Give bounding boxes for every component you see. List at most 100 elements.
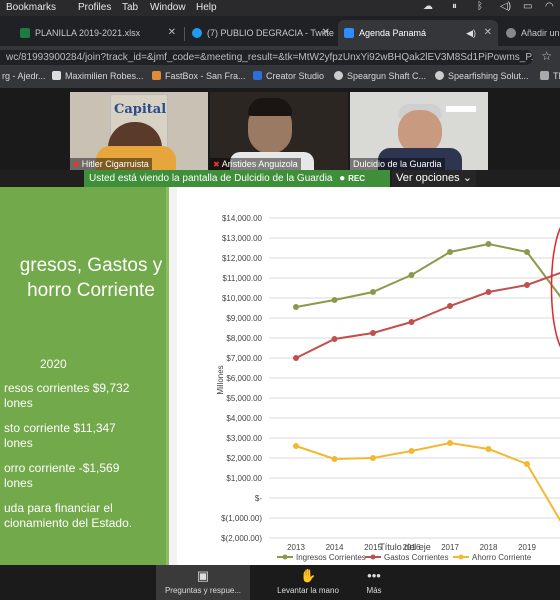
participant-name-bar: ✖ Aristides Anguizola — [210, 158, 301, 170]
data-point — [293, 443, 299, 449]
data-point — [331, 297, 338, 303]
creator-studio-icon — [253, 71, 262, 81]
x-axis-title: Título del eje — [379, 542, 431, 552]
menu-tab[interactable]: Tab — [122, 2, 138, 13]
data-point — [331, 456, 338, 462]
tab-agenda[interactable]: Agenda Panamá ◀) ✕ — [338, 20, 498, 46]
url-field[interactable]: wc/81993900284/join?track_id=&jmf_code=&… — [0, 50, 533, 65]
x-tick-label: 2017 — [441, 543, 459, 552]
data-point — [485, 289, 492, 295]
excel-icon — [20, 27, 30, 38]
star-icon[interactable]: ☆ — [541, 49, 552, 63]
bookmark-item[interactable]: TE — [540, 71, 560, 82]
legend-marker — [282, 554, 288, 560]
y-tick-label: $6,000.00 — [226, 374, 262, 383]
meeting-toolbar: ▣ Preguntas y respue... ✋ Levantar la ma… — [0, 565, 560, 600]
x-tick-label: 2018 — [480, 543, 498, 552]
video-gallery: Capital ✖ Hitler Cigarruista ✖ Aristides A… — [0, 88, 560, 170]
bookmark-item[interactable]: Speargun Shaft C... — [334, 71, 426, 82]
battery-icon[interactable]: ▭ — [523, 1, 532, 12]
screen-share-banner: Usted está viendo la pantalla de Dulcidi… — [84, 170, 390, 187]
tab-anadir[interactable]: Añadir un — [500, 20, 560, 46]
data-point — [370, 330, 376, 336]
wifi-icon[interactable]: ◠ — [545, 1, 554, 12]
tab-planilla[interactable]: PLANILLA 2019-2021.xlsx ✕ — [14, 20, 182, 46]
video-tile[interactable]: ✖ Aristides Anguizola — [210, 92, 348, 170]
bookmark-item[interactable]: FastBox - San Fra... — [152, 71, 246, 82]
data-point — [293, 304, 299, 310]
bookmark-item[interactable]: Spearfishing Solut... — [435, 71, 529, 82]
y-tick-label: $11,000.00 — [223, 274, 263, 283]
folder-icon — [540, 71, 549, 81]
pause-icon[interactable]: ⏸ — [452, 1, 457, 12]
ceiling-light — [446, 106, 476, 112]
data-point — [447, 249, 453, 255]
wikipedia-icon — [52, 71, 61, 81]
data-point — [370, 455, 376, 461]
bluetooth-icon[interactable]: ᛒ — [477, 1, 483, 12]
legend-marker — [370, 554, 376, 560]
y-tick-label: $5,000.00 — [226, 394, 262, 403]
close-icon[interactable]: ✕ — [322, 20, 330, 46]
browser-tabbar: PLANILLA 2019-2021.xlsx ✕ (7) PUBLIO DEG… — [0, 16, 560, 46]
bookmark-item[interactable]: Creator Studio — [253, 71, 324, 82]
chevron-down-icon: ⌄ — [462, 172, 472, 184]
y-tick-label: $13,000.00 — [222, 234, 263, 243]
data-point — [408, 448, 415, 454]
zoom-icon — [344, 27, 354, 38]
data-point — [524, 282, 530, 288]
audio-icon[interactable]: ◀) — [466, 20, 476, 46]
legend-label: Ingresos Corrientes — [296, 553, 366, 562]
slide-bullet: resos corrientes $9,732 lones — [4, 381, 130, 410]
bookmarks-bar: rg - Ajedr... Maximilien Robes... FastBo… — [0, 68, 560, 89]
menu-profiles[interactable]: Profiles — [78, 2, 111, 13]
recording-icon: ● — [339, 173, 346, 184]
x-tick-label: 2014 — [326, 543, 344, 552]
y-tick-label: $1,000.00 — [226, 474, 262, 483]
qa-button[interactable]: ▣ Preguntas y respue... — [156, 565, 250, 600]
creative-cloud-icon[interactable]: ☁ — [423, 1, 433, 12]
legend-label: Ahorro Corriente — [472, 553, 532, 562]
x-tick-label: 2013 — [287, 543, 305, 552]
slide-chart-panel: $14,000.00 $13,000.00 $12,000.00 $11,000.00… — [169, 187, 560, 565]
bookmark-item[interactable]: rg - Ajedr... — [2, 71, 46, 81]
more-icon: ••• — [367, 568, 381, 583]
video-tile[interactable]: Capital ✖ Hitler Cigarruista — [70, 92, 208, 170]
y-tick-label: $10,000.00 — [222, 294, 263, 303]
menu-help[interactable]: Help — [196, 2, 217, 13]
series-line — [295, 271, 560, 359]
video-tile[interactable]: Dulcidio de la Guardia — [350, 92, 488, 170]
data-point — [408, 319, 415, 325]
sound-icon[interactable]: ◁) — [500, 1, 511, 12]
tab-twitter[interactable]: (7) PUBLIO DEGRACIA - Twitte ✕ — [186, 20, 336, 46]
close-icon[interactable]: ✕ — [168, 20, 176, 46]
legend-label: Gastos Corrientes — [384, 553, 448, 562]
raise-hand-button[interactable]: ✋ Levantar la mano — [266, 565, 350, 600]
data-point — [485, 446, 492, 452]
y-tick-label: $9,000.00 — [226, 314, 262, 323]
bookmark-item[interactable]: Maximilien Robes... — [52, 71, 144, 82]
menu-window[interactable]: Window — [150, 2, 186, 13]
slide-year: 2020 — [40, 357, 67, 371]
y-tick-label: $3,000.00 — [226, 434, 262, 443]
rec-label: REC — [348, 174, 365, 183]
y-tick-label: $2,000.00 — [226, 454, 262, 463]
y-axis-title: Millones — [216, 365, 225, 394]
y-tick-label: $7,000.00 — [226, 354, 262, 363]
mac-menubar: Bookmarks Profiles Tab Window Help ☁ ⏸ ᛒ… — [0, 0, 560, 16]
shared-slide: gresos, Gastos y horro Corriente 2020 re… — [0, 187, 560, 565]
twitter-icon — [192, 27, 202, 38]
more-button[interactable]: ••• Más — [356, 565, 392, 600]
spearfishing-icon — [435, 71, 444, 81]
participant-hair — [248, 98, 292, 116]
menu-bookmarks[interactable]: Bookmarks — [6, 2, 56, 13]
line-chart: $14,000.00 $13,000.00 $12,000.00 $11,000.00… — [216, 214, 560, 562]
slide-text-panel: gresos, Gastos y horro Corriente 2020 re… — [0, 187, 169, 565]
close-icon[interactable]: ✕ — [484, 20, 492, 46]
tab-separator — [184, 27, 185, 41]
share-text: Usted está viendo la pantalla de Dulcidi… — [89, 173, 333, 184]
qa-icon: ▣ — [196, 568, 210, 583]
data-point — [370, 289, 376, 295]
data-point — [408, 272, 415, 278]
view-options-button[interactable]: Ver opciones ⌄ — [392, 170, 476, 187]
